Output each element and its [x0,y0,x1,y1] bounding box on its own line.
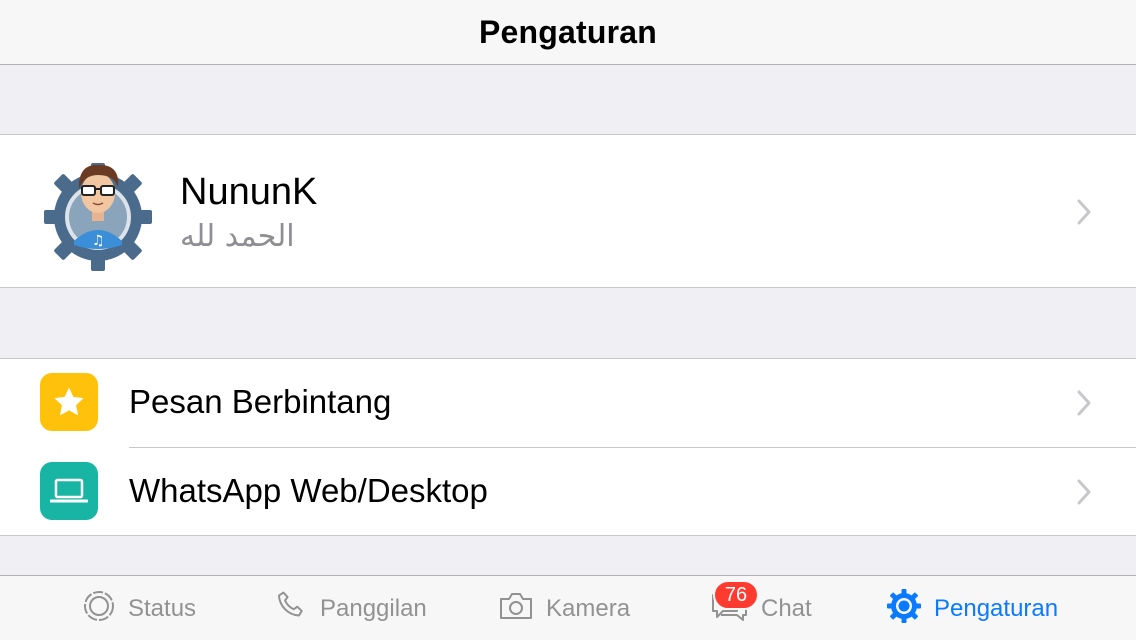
phone-icon [274,589,308,628]
tab-camera[interactable]: Kamera [498,576,630,640]
navigation-bar: Pengaturan [0,0,1136,65]
menu-item-label: WhatsApp Web/Desktop [129,472,488,509]
menu-item-label: Pesan Berbintang [129,383,392,420]
camera-icon [498,591,534,626]
menu-item-whatsapp-web[interactable]: WhatsApp Web/Desktop [0,448,1136,536]
profile-status: الحمد لله [180,219,295,254]
menu-item-starred-messages[interactable]: Pesan Berbintang [0,359,1136,448]
laptop-icon [40,462,98,520]
tab-status[interactable]: Status [82,576,196,640]
chevron-right-icon [1077,199,1091,225]
chevron-right-icon [1077,479,1091,505]
avatar-gear-icon: ♫ [42,153,154,271]
tab-settings[interactable]: Pengaturan [886,576,1058,640]
tab-calls[interactable]: Panggilan [274,576,427,640]
tab-label: Chat [761,594,812,622]
star-icon [40,373,98,431]
page-title: Pengaturan [478,13,658,50]
tab-bar: Status Panggilan Kamera Chat Pengaturan [0,575,1136,640]
profile-row[interactable]: ♫ NununK الحمد لله [0,134,1136,288]
chat-unread-badge: 76 [713,580,759,610]
profile-name: NununK [180,171,318,213]
tab-label: Pengaturan [934,594,1059,622]
tab-label: Kamera [546,594,631,622]
chevron-right-icon [1077,390,1091,416]
tab-label: Status [128,594,197,622]
settings-menu-group: Pesan Berbintang WhatsApp Web/Desktop [0,358,1136,536]
status-icon [82,589,116,628]
svg-text:♫: ♫ [92,233,105,249]
settings-icon [886,588,922,629]
tab-label: Panggilan [320,594,427,622]
